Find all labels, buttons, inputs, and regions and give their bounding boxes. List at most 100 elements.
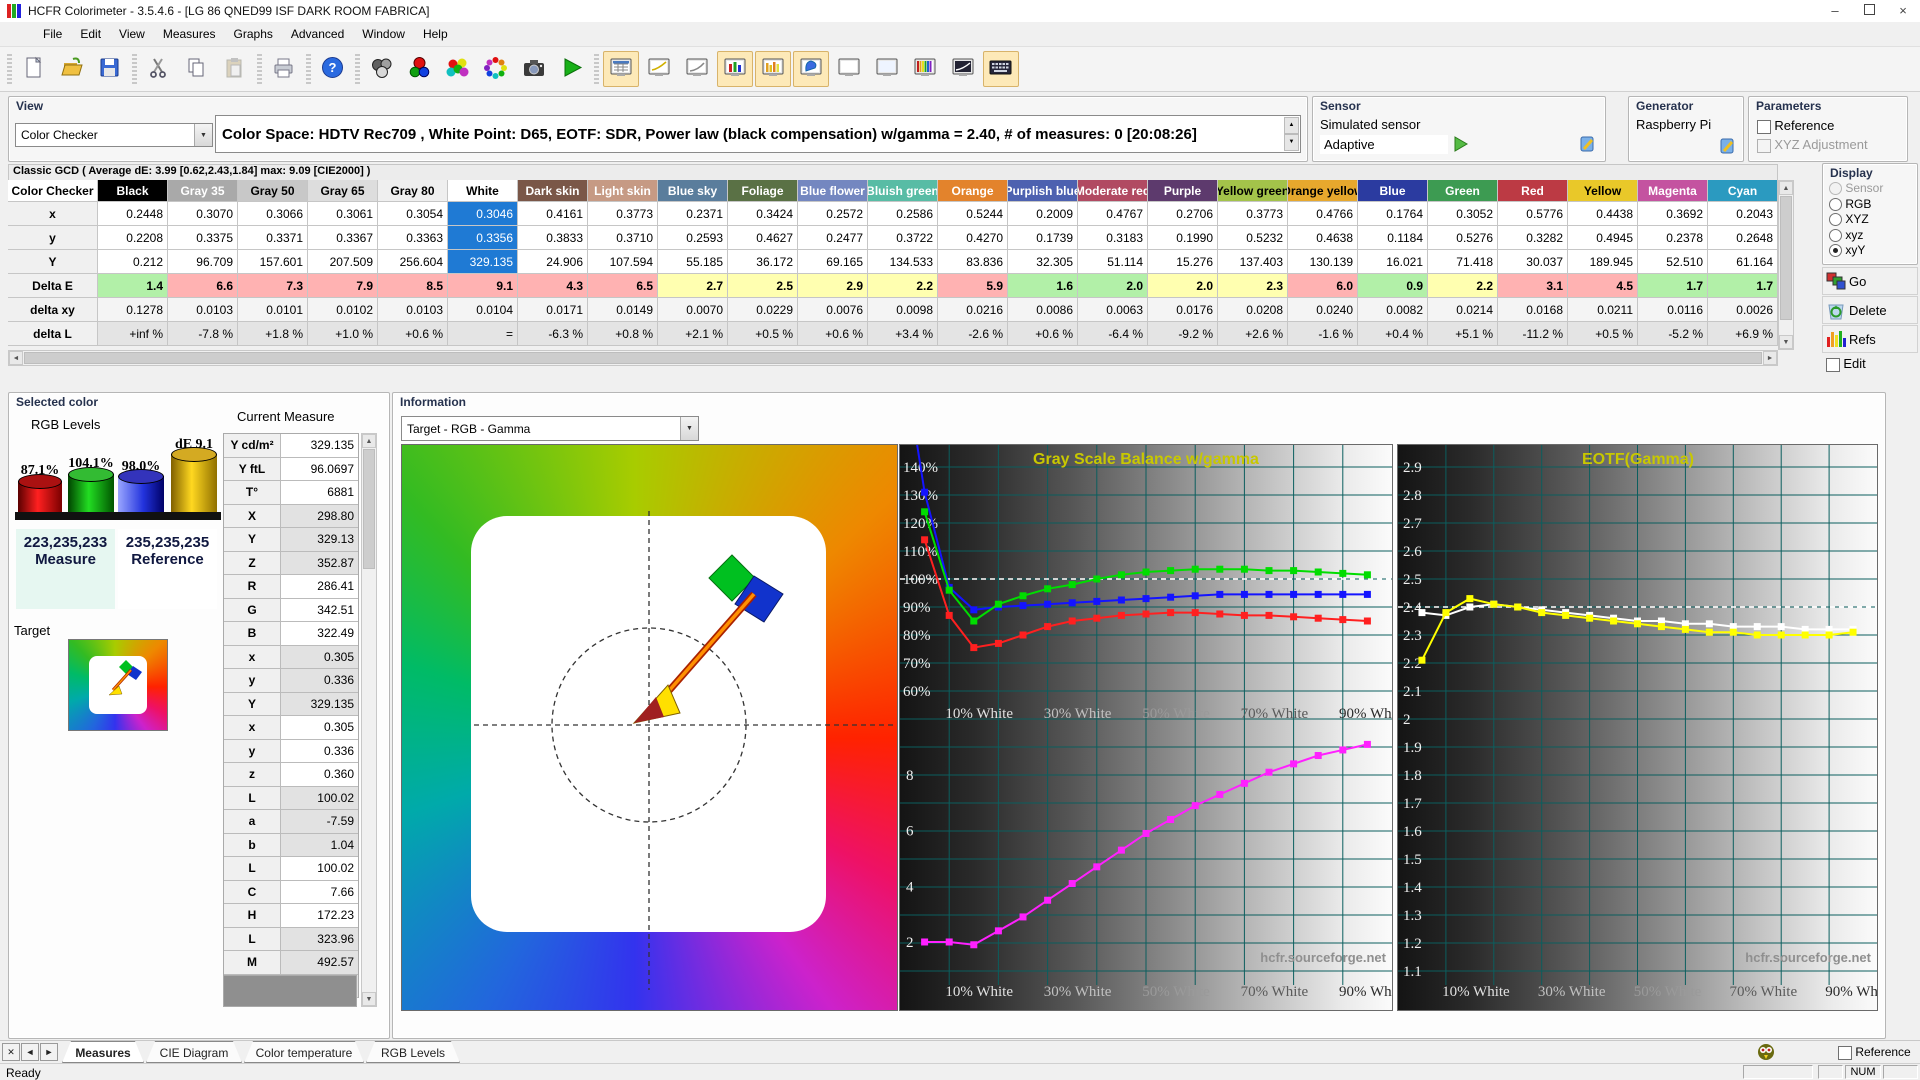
cell-delta-e[interactable]: 6.0: [1288, 274, 1358, 298]
table-corner-header[interactable]: Color Checker: [8, 180, 98, 202]
cell-delta-e[interactable]: 1.6: [1008, 274, 1078, 298]
display-option-rgb[interactable]: RGB: [1829, 197, 1883, 213]
cell-Y[interactable]: 51.114: [1078, 250, 1148, 274]
cell-y[interactable]: 0.3356: [448, 226, 518, 250]
cell-Y[interactable]: 36.172: [728, 250, 798, 274]
cell-Y[interactable]: 107.594: [588, 250, 658, 274]
menu-item-measures[interactable]: Measures: [154, 24, 225, 44]
table-vscrollbar[interactable]: ▲ ▼: [1778, 180, 1794, 350]
menu-item-advanced[interactable]: Advanced: [282, 24, 353, 44]
cell-delta-l[interactable]: -6.3 %: [518, 322, 588, 346]
cell-delta-e[interactable]: 2.7: [658, 274, 728, 298]
cell-delta-l[interactable]: +2.1 %: [658, 322, 728, 346]
cell-y[interactable]: 0.3371: [238, 226, 308, 250]
status-reference-checkbox[interactable]: Reference: [1838, 1045, 1911, 1060]
cell-x[interactable]: 0.3052: [1428, 202, 1498, 226]
cell-delta-l[interactable]: +5.1 %: [1428, 322, 1498, 346]
column-header-yellow-green[interactable]: Yellow green: [1218, 180, 1288, 202]
column-header-orange[interactable]: Orange: [938, 180, 1008, 202]
view-gamma-curve-button[interactable]: [641, 51, 677, 87]
minimize-button[interactable]: –: [1818, 0, 1852, 22]
cell-Y[interactable]: 61.164: [1708, 250, 1778, 274]
delete-button[interactable]: Delete: [1822, 296, 1918, 324]
menu-item-graphs[interactable]: Graphs: [225, 24, 282, 44]
cell-delta-l[interactable]: -9.2 %: [1148, 322, 1218, 346]
cell-delta-l[interactable]: +2.6 %: [1218, 322, 1288, 346]
cell-Y[interactable]: 189.945: [1568, 250, 1638, 274]
cell-x[interactable]: 0.3424: [728, 202, 798, 226]
cell-Y[interactable]: 55.185: [658, 250, 728, 274]
cell-y[interactable]: 0.1739: [1008, 226, 1078, 250]
column-header-bluish-green[interactable]: Bluish green: [868, 180, 938, 202]
cell-x[interactable]: 0.3773: [1218, 202, 1288, 226]
cell-Y[interactable]: 69.165: [798, 250, 868, 274]
view-gamma-monitor-button[interactable]: [945, 51, 981, 87]
save-file-button[interactable]: [92, 51, 128, 87]
cell-delta-l[interactable]: -6.4 %: [1078, 322, 1148, 346]
cell-Y[interactable]: 16.021: [1358, 250, 1428, 274]
cell-delta-xy[interactable]: 0.0070: [658, 298, 728, 322]
help-button[interactable]: ?: [315, 51, 351, 87]
cell-x[interactable]: 0.4767: [1078, 202, 1148, 226]
cell-delta-xy[interactable]: 0.0104: [448, 298, 518, 322]
cell-Y[interactable]: 329.135: [448, 250, 518, 274]
cell-Y[interactable]: 134.533: [868, 250, 938, 274]
menu-item-help[interactable]: Help: [414, 24, 457, 44]
cell-delta-e[interactable]: 1.7: [1638, 274, 1708, 298]
go-button[interactable]: Go: [1822, 267, 1918, 295]
paste-button[interactable]: [217, 51, 253, 87]
menu-item-view[interactable]: View: [110, 24, 154, 44]
column-header-light-skin[interactable]: Light skin: [588, 180, 658, 202]
cell-x[interactable]: 0.2706: [1148, 202, 1218, 226]
cell-delta-e[interactable]: 4.3: [518, 274, 588, 298]
cell-x[interactable]: 0.1764: [1358, 202, 1428, 226]
cell-x[interactable]: 0.4766: [1288, 202, 1358, 226]
measure-primaries-button[interactable]: [402, 51, 438, 87]
tab-prev-button[interactable]: ◄: [21, 1043, 39, 1061]
column-header-red[interactable]: Red: [1498, 180, 1568, 202]
cell-delta-xy[interactable]: 0.0063: [1078, 298, 1148, 322]
generator-config-icon[interactable]: [1719, 137, 1737, 155]
cell-y[interactable]: 0.5232: [1218, 226, 1288, 250]
cell-delta-xy[interactable]: 0.0176: [1148, 298, 1218, 322]
cell-Y[interactable]: 256.604: [378, 250, 448, 274]
cell-delta-l[interactable]: +0.8 %: [588, 322, 658, 346]
cell-y[interactable]: 0.2208: [98, 226, 168, 250]
view-histogram-button[interactable]: [907, 51, 943, 87]
edit-checkbox[interactable]: Edit: [1826, 356, 1866, 372]
cell-x[interactable]: 0.3054: [378, 202, 448, 226]
cell-Y[interactable]: 24.906: [518, 250, 588, 274]
cell-delta-e[interactable]: 2.0: [1148, 274, 1218, 298]
column-header-gray-80[interactable]: Gray 80: [378, 180, 448, 202]
cell-delta-e[interactable]: 8.5: [378, 274, 448, 298]
cell-delta-xy[interactable]: 0.0208: [1218, 298, 1288, 322]
cell-Y[interactable]: 130.139: [1288, 250, 1358, 274]
tab-color-temperature[interactable]: Color temperature: [244, 1041, 364, 1063]
column-header-blue[interactable]: Blue: [1358, 180, 1428, 202]
cell-x[interactable]: 0.2572: [798, 202, 868, 226]
measure-color-checker-button[interactable]: [478, 51, 514, 87]
cell-delta-e[interactable]: 7.3: [238, 274, 308, 298]
cell-delta-l[interactable]: =: [448, 322, 518, 346]
cell-x[interactable]: 0.5776: [1498, 202, 1568, 226]
cell-delta-l[interactable]: +0.6 %: [1008, 322, 1078, 346]
cell-delta-xy[interactable]: 0.0101: [238, 298, 308, 322]
tab-next-button[interactable]: ►: [40, 1043, 58, 1061]
cell-delta-e[interactable]: 9.1: [448, 274, 518, 298]
copy-button[interactable]: [179, 51, 215, 87]
cell-delta-e[interactable]: 1.4: [98, 274, 168, 298]
cell-delta-e[interactable]: 6.5: [588, 274, 658, 298]
cell-Y[interactable]: 83.836: [938, 250, 1008, 274]
display-option-xyy[interactable]: xyY: [1829, 243, 1883, 259]
cell-delta-e[interactable]: 0.9: [1358, 274, 1428, 298]
cell-y[interactable]: 0.3375: [168, 226, 238, 250]
cell-Y[interactable]: 32.305: [1008, 250, 1078, 274]
cell-y[interactable]: 0.3367: [308, 226, 378, 250]
cell-y[interactable]: 0.1990: [1148, 226, 1218, 250]
cell-x[interactable]: 0.3046: [448, 202, 518, 226]
tab-measures[interactable]: Measures: [62, 1041, 144, 1063]
sensor-config-icon[interactable]: [1579, 135, 1597, 153]
cell-Y[interactable]: 157.601: [238, 250, 308, 274]
cell-y[interactable]: 0.3282: [1498, 226, 1568, 250]
cell-delta-l[interactable]: -2.6 %: [938, 322, 1008, 346]
